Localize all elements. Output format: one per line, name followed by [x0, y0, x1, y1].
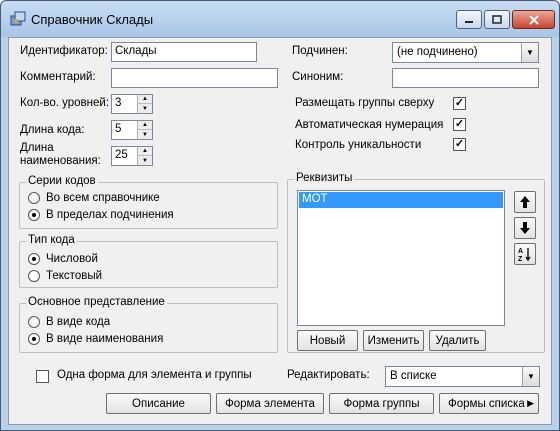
window-title: Справочник Склады: [31, 12, 154, 27]
check-icon: ✓: [454, 138, 465, 150]
close-button[interactable]: [512, 10, 555, 29]
synonym-input[interactable]: [392, 68, 539, 88]
group-form-button[interactable]: Форма группы: [329, 393, 434, 414]
arrow-down-icon: [520, 222, 530, 234]
title-bar[interactable]: Справочник Склады: [1, 1, 559, 37]
requisites-title: Реквизиты: [294, 172, 355, 184]
radio-selected-icon: [28, 209, 40, 221]
levels-spinner[interactable]: 3 ▲ ▼: [111, 94, 153, 114]
spin-down-icon[interactable]: ▼: [138, 104, 152, 113]
move-down-button[interactable]: [514, 217, 536, 239]
main-view-title: Основное представление: [26, 296, 167, 308]
close-icon: [528, 14, 539, 25]
requisites-group: Реквизиты МОТ A Z Новый Изменить Удалить: [287, 172, 545, 353]
levels-label: Кол-во. уровней:: [20, 97, 110, 109]
uniqueness-checkbox[interactable]: ✓: [453, 138, 466, 151]
radio-icon: [28, 316, 40, 328]
spin-up-icon[interactable]: ▲: [138, 147, 152, 156]
svg-text:A: A: [518, 248, 523, 255]
code-series-title: Серии кодов: [26, 175, 98, 187]
identifier-input[interactable]: Склады: [111, 42, 257, 62]
comment-label: Комментарий:: [20, 71, 96, 83]
main-view-group: Основное представление В виде кода В вид…: [19, 296, 278, 353]
edit-mode-value: В списке: [390, 370, 437, 382]
code-length-label: Длина кода:: [20, 124, 85, 136]
description-button[interactable]: Описание: [106, 393, 211, 414]
identifier-label: Идентификатор:: [20, 45, 108, 57]
code-length-spinner[interactable]: 5 ▲ ▼: [111, 120, 153, 140]
radio-selected-icon: [28, 333, 40, 345]
name-length-spinner[interactable]: 25 ▲ ▼: [111, 146, 153, 166]
spin-down-icon[interactable]: ▼: [138, 156, 152, 165]
edit-mode-select[interactable]: В списке ▼: [385, 366, 540, 387]
levels-value: 3: [115, 97, 122, 109]
chevron-right-icon: ▶: [527, 398, 534, 408]
subordinate-select[interactable]: (не подчинено) ▼: [392, 42, 539, 63]
minimize-icon: [465, 20, 473, 23]
one-form-label: Одна форма для элемента и группы: [57, 369, 252, 381]
app-icon: [10, 11, 26, 26]
code-type-title: Тип кода: [26, 234, 77, 246]
delete-requisite-button[interactable]: Удалить: [429, 330, 486, 351]
sort-az-icon: A Z: [518, 248, 531, 262]
maximize-button[interactable]: [484, 10, 510, 29]
minimize-button[interactable]: [456, 10, 482, 29]
main-view-option-name[interactable]: В виде наименования: [28, 333, 163, 345]
radio-selected-icon: [28, 253, 40, 265]
auto-numbering-checkbox[interactable]: ✓: [453, 118, 466, 131]
maximize-icon: [492, 15, 502, 24]
dialog-window: Справочник Склады Идентификатор: Склады …: [0, 0, 560, 431]
synonym-label: Синоним:: [292, 71, 344, 83]
list-item[interactable]: МОТ: [299, 192, 503, 208]
code-type-option-text[interactable]: Текстовый: [28, 270, 102, 282]
code-type-option-numeric[interactable]: Числовой: [28, 253, 98, 265]
list-forms-button[interactable]: Формы списка ▶: [439, 393, 539, 414]
dialog-client: Идентификатор: Склады Комментарий: Кол-в…: [8, 37, 552, 425]
chevron-down-icon[interactable]: ▼: [521, 43, 538, 62]
name-length-label-1: Длина: [20, 142, 54, 154]
move-up-button[interactable]: [514, 191, 536, 213]
code-series-group: Серии кодов Во всем справочнике В предел…: [19, 175, 278, 229]
spin-up-icon[interactable]: ▲: [138, 95, 152, 104]
element-form-button[interactable]: Форма элемента: [216, 393, 324, 414]
groups-on-top-checkbox[interactable]: ✓: [453, 97, 466, 110]
uniqueness-label: Контроль уникальности: [295, 139, 422, 151]
chevron-down-icon[interactable]: ▼: [522, 367, 539, 386]
edit-requisite-button[interactable]: Изменить: [363, 330, 424, 351]
code-length-value: 5: [115, 123, 122, 135]
code-series-option-subordinate[interactable]: В пределах подчинения: [28, 209, 174, 221]
svg-text:Z: Z: [518, 256, 523, 262]
spin-up-icon[interactable]: ▲: [138, 121, 152, 130]
subordinate-value: (не подчинено): [397, 46, 478, 58]
radio-icon: [28, 192, 40, 204]
requisites-list[interactable]: МОТ: [297, 190, 505, 326]
sort-button[interactable]: A Z: [514, 243, 536, 265]
code-series-option-all[interactable]: Во всем справочнике: [28, 192, 160, 204]
name-length-label-2: наименования:: [20, 155, 101, 167]
list-forms-label: Формы списка: [448, 397, 525, 410]
new-requisite-button[interactable]: Новый: [297, 330, 358, 351]
code-type-group: Тип кода Числовой Текстовый: [19, 234, 278, 288]
arrow-up-icon: [520, 196, 530, 208]
check-icon: ✓: [454, 97, 465, 109]
comment-input[interactable]: [111, 68, 278, 88]
groups-on-top-label: Размещать группы сверху: [295, 97, 435, 109]
spin-down-icon[interactable]: ▼: [138, 130, 152, 139]
edit-mode-label: Редактировать:: [287, 369, 370, 381]
radio-icon: [28, 270, 40, 282]
one-form-checkbox[interactable]: [36, 370, 49, 383]
check-icon: ✓: [454, 118, 465, 130]
subordinate-label: Подчинен:: [292, 45, 348, 57]
main-view-option-code[interactable]: В виде кода: [28, 316, 110, 328]
name-length-value: 25: [115, 149, 128, 161]
auto-numbering-label: Автоматическая нумерация: [295, 119, 444, 131]
